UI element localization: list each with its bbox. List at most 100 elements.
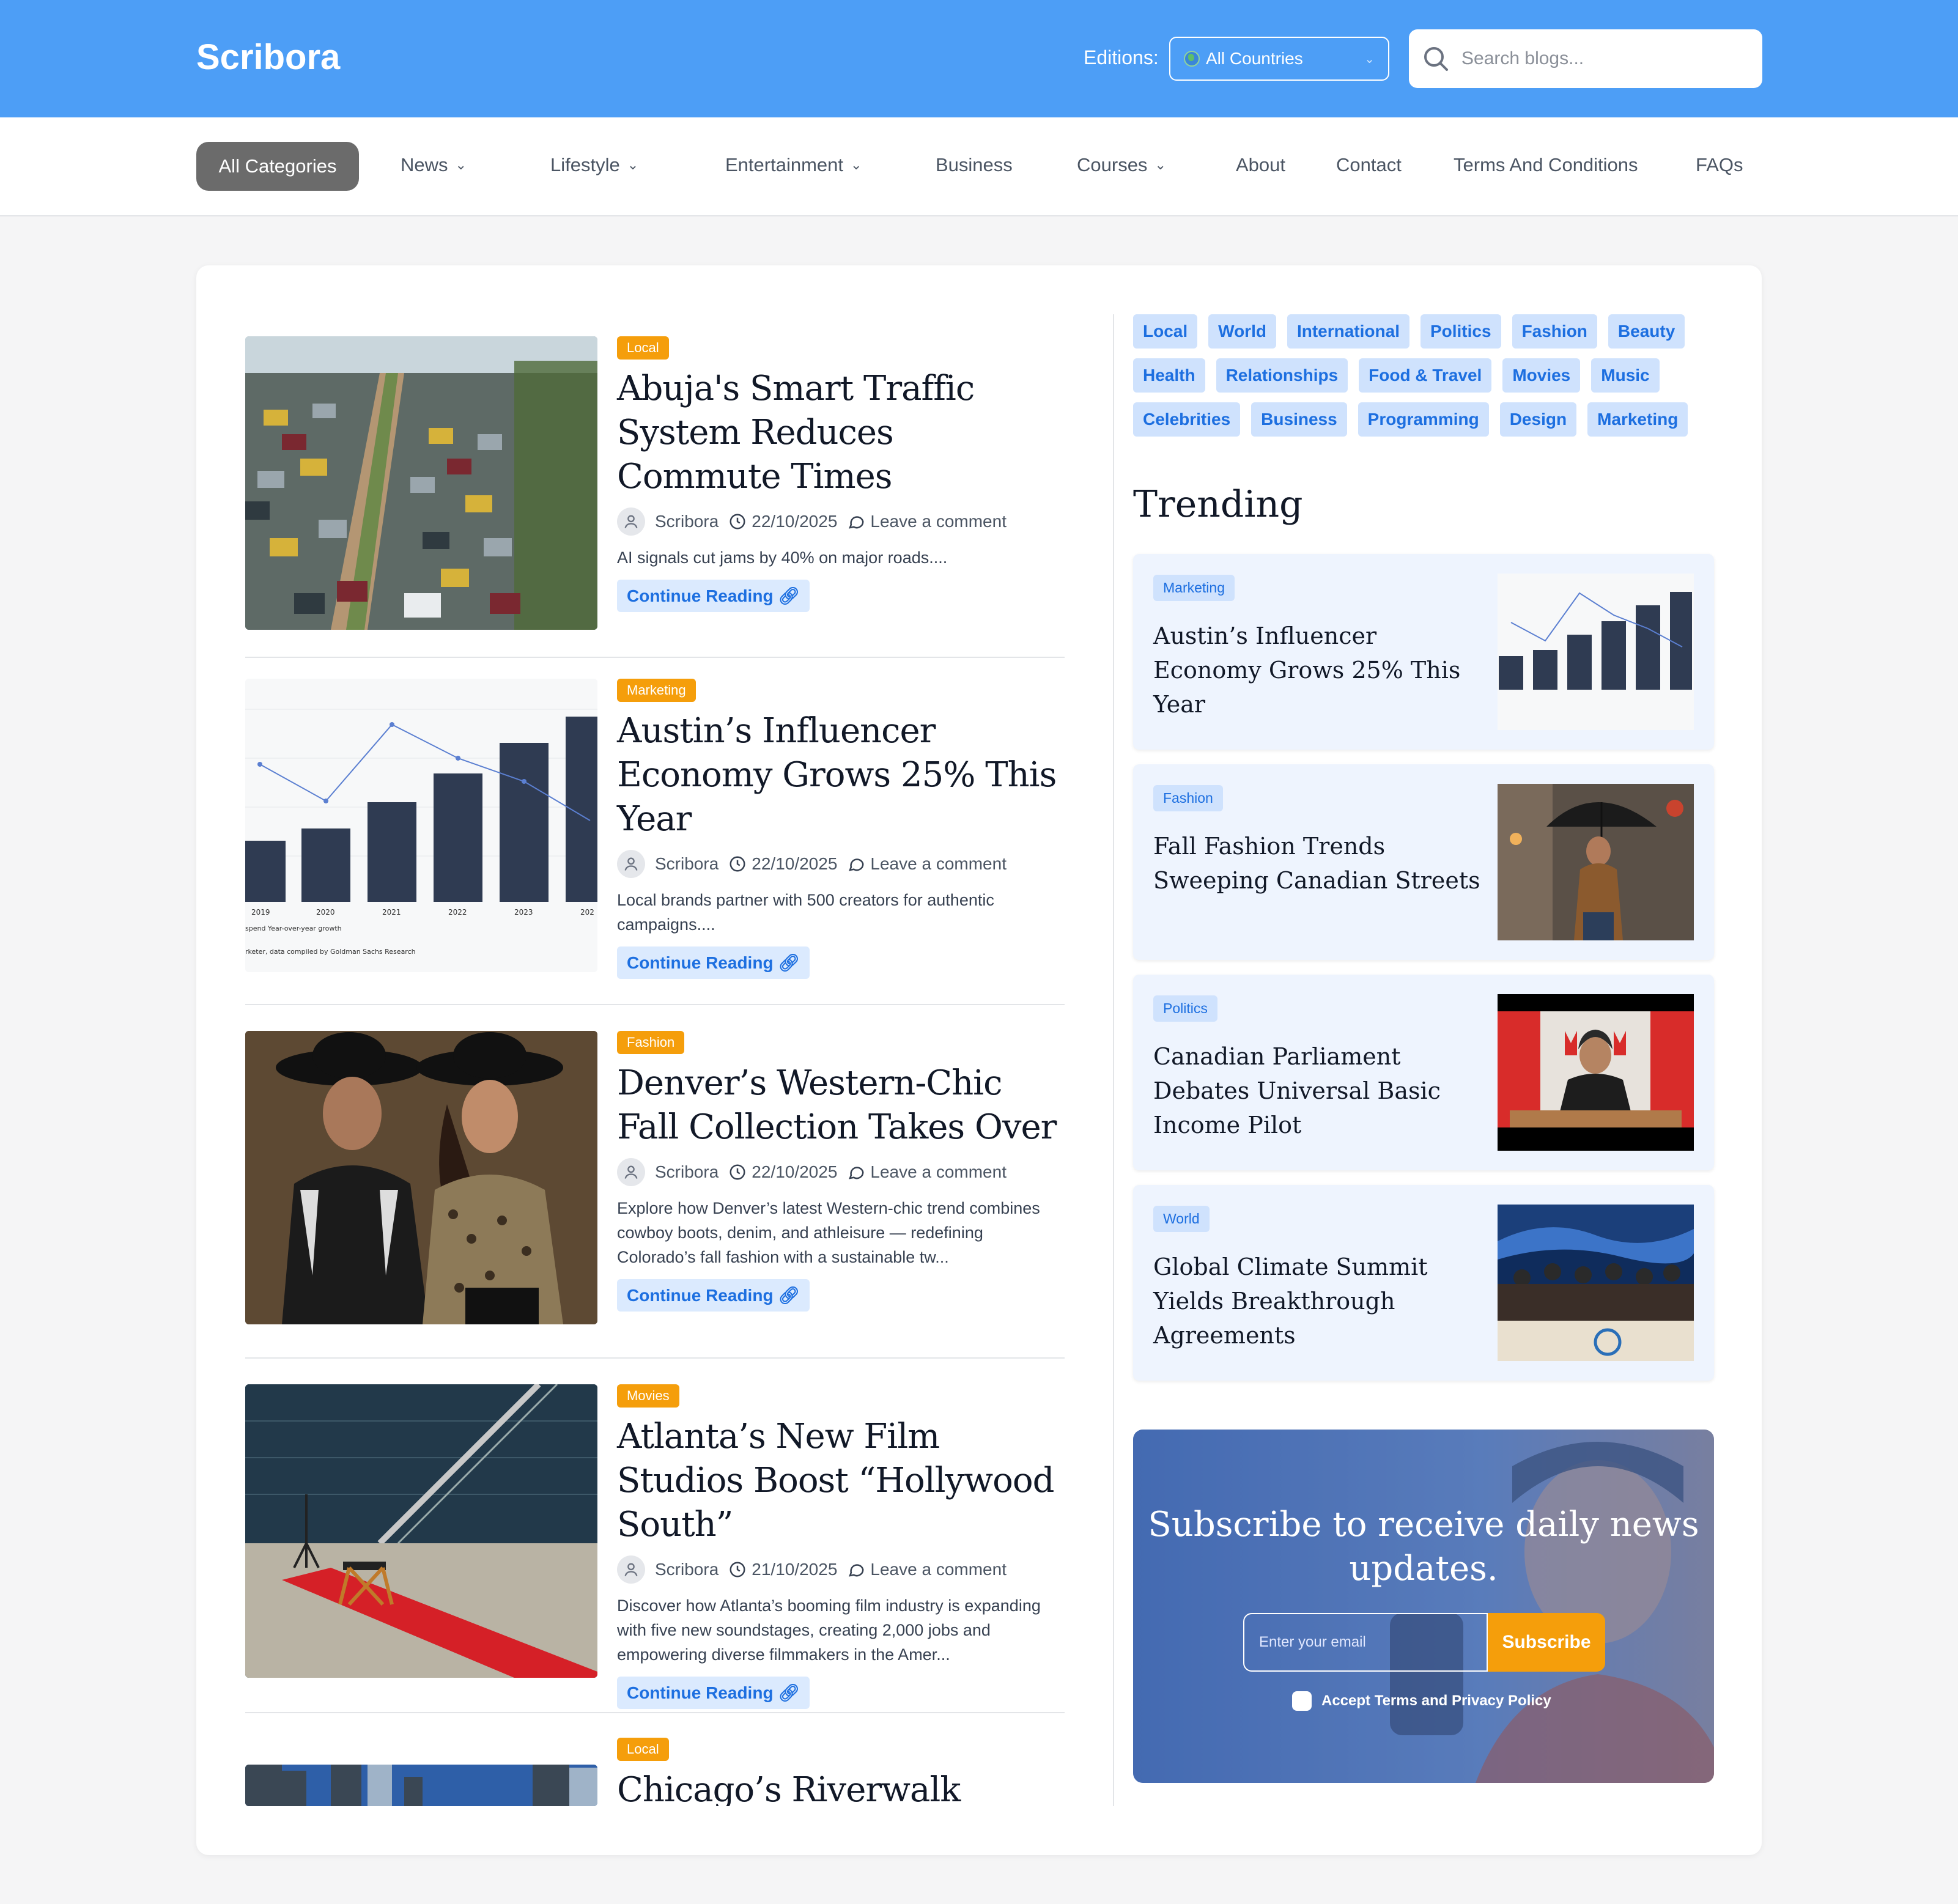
continue-reading-button[interactable]: Continue Reading 🔗︎ [617,580,810,612]
comment-link[interactable]: Leave a comment [870,1162,1007,1182]
trending-card[interactable]: Fashion Fall Fashion Trends Sweeping Can… [1133,764,1714,960]
consent-label: Accept Terms and Privacy Policy [1321,1692,1551,1709]
editions-select[interactable]: All Countries ⌄ [1169,37,1389,81]
trending-image-chart[interactable] [1498,574,1694,730]
nav-item-news[interactable]: News ⌄ [401,154,467,176]
category-badge[interactable]: Movies [617,1384,679,1408]
clock-icon [730,1164,745,1180]
link-icon: 🔗︎ [778,1286,800,1305]
article-title[interactable]: Atlanta’s New Film Studios Boost “Hollyw… [617,1415,1063,1547]
tag-health[interactable]: Health [1133,358,1205,393]
user-icon [617,507,645,536]
tag-relationships[interactable]: Relationships [1216,358,1348,393]
tag-politics[interactable]: Politics [1420,314,1501,349]
continue-reading-button[interactable]: Continue Reading 🔗︎ [617,946,810,979]
trending-image-summit[interactable] [1498,1205,1694,1361]
comment-link[interactable]: Leave a comment [870,854,1007,874]
nav-item-lifestyle[interactable]: Lifestyle ⌄ [550,154,638,176]
tag-music[interactable]: Music [1591,358,1660,393]
trending-title[interactable]: Global Climate Summit Yields Breakthroug… [1153,1250,1483,1352]
nav-item-faqs[interactable]: FAQs [1696,154,1743,176]
trending-title[interactable]: Fall Fashion Trends Sweeping Canadian St… [1153,829,1483,898]
article-image-traffic[interactable] [245,336,597,630]
author-name[interactable]: Scribora [655,854,719,874]
clock-icon [730,856,745,872]
tag-fashion[interactable]: Fashion [1512,314,1597,349]
search-box[interactable] [1409,29,1762,88]
article-image-riverwalk[interactable] [245,1765,597,1806]
editions-label: Editions: [1084,46,1159,68]
post-date: 22/10/2025 [752,1162,838,1181]
category-badge[interactable]: Fashion [1153,785,1223,811]
clock-icon [730,1562,745,1577]
article-divider [245,1004,1065,1005]
search-input[interactable] [1461,48,1743,69]
email-field[interactable]: Enter your email [1243,1613,1488,1672]
chevron-down-icon: ⌄ [627,157,639,172]
author-name[interactable]: Scribora [655,1560,719,1579]
consent-checkbox[interactable] [1292,1691,1312,1711]
trending-image-umbrella[interactable] [1498,784,1694,940]
subscribe-background-image [1133,1430,1714,1783]
article-title[interactable]: Abuja's Smart Traffic System Reduces Com… [617,367,1063,499]
trending-card[interactable]: World Global Climate Summit Yields Break… [1133,1185,1714,1381]
tag-celebrities[interactable]: Celebrities [1133,402,1241,437]
article-card: Fashion Denver’s Western-Chic Fall Colle… [245,1031,1065,1324]
chevron-down-icon: ⌄ [1154,157,1166,172]
tag-design[interactable]: Design [1499,402,1577,437]
trending-card[interactable]: Politics Canadian Parliament Debates Uni… [1133,975,1714,1170]
continue-reading-button[interactable]: Continue Reading 🔗︎ [617,1677,810,1709]
nav-item-about[interactable]: About [1236,154,1285,176]
tag-food-travel[interactable]: Food & Travel [1359,358,1492,393]
globe-icon [1184,51,1200,67]
nav-item-entertainment[interactable]: Entertainment ⌄ [725,154,862,176]
tag-marketing[interactable]: Marketing [1587,402,1688,437]
nav-item-terms[interactable]: Terms And Conditions [1454,154,1638,176]
comment-link[interactable]: Leave a comment [870,512,1007,531]
nav-item-courses[interactable]: Courses ⌄ [1077,154,1166,176]
article-image-chart[interactable]: 2019 2020 2021 2022 2023 202 spend Year-over-… [245,679,597,972]
chevron-down-icon: ⌄ [851,157,862,172]
tag-world[interactable]: World [1208,314,1276,349]
article-title[interactable]: Chicago’s Riverwalk [617,1768,1063,1806]
site-logo[interactable]: Scribora [196,37,340,78]
author-name[interactable]: Scribora [655,1162,719,1182]
article-image-fashion[interactable] [245,1031,597,1324]
tag-programming[interactable]: Programming [1358,402,1489,437]
subscribe-button[interactable]: Subscribe [1488,1613,1605,1672]
tag-international[interactable]: International [1287,314,1409,349]
category-nav: All Categories News ⌄ Lifestyle ⌄ Entertai… [0,117,1958,216]
tag-beauty[interactable]: Beauty [1608,314,1685,349]
category-badge[interactable]: Local [617,336,669,360]
category-badge[interactable]: Marketing [617,679,696,702]
trending-title[interactable]: Austin’s Influencer Economy Grows 25% Th… [1153,619,1483,721]
trending-title[interactable]: Canadian Parliament Debates Universal Ba… [1153,1039,1483,1142]
chart-tick-label: 2023 [514,908,533,917]
comment-icon [849,516,864,529]
tag-business[interactable]: Business [1251,402,1347,437]
nav-item-all-categories[interactable]: All Categories [196,142,359,191]
tag-movies[interactable]: Movies [1502,358,1581,393]
category-badge[interactable]: Marketing [1153,575,1235,601]
link-icon: 🔗︎ [778,586,800,605]
article-excerpt: Local brands partner with 500 creators f… [617,891,994,934]
continue-reading-button[interactable]: Continue Reading 🔗︎ [617,1279,810,1312]
article-image-film-studio[interactable] [245,1384,597,1678]
tag-local[interactable]: Local [1133,314,1198,349]
category-badge[interactable]: Fashion [617,1031,685,1054]
article-divider [245,1712,1065,1713]
article-title[interactable]: Austin’s Influencer Economy Grows 25% Th… [617,709,1063,841]
trending-image-parliament[interactable] [1498,994,1694,1151]
nav-item-business[interactable]: Business [936,154,1013,176]
category-badge[interactable]: Local [617,1738,669,1761]
article-title[interactable]: Denver’s Western-Chic Fall Collection Ta… [617,1061,1063,1149]
article-card: 2019 2020 2021 2022 2023 202 spend Year-over-… [245,679,1065,979]
chart-legend: spend Year-over-year growth [245,924,342,932]
nav-item-contact[interactable]: Contact [1336,154,1402,176]
category-badge[interactable]: World [1153,1206,1210,1232]
author-name[interactable]: Scribora [655,512,719,531]
comment-link[interactable]: Leave a comment [870,1560,1007,1579]
terms-consent[interactable]: Accept Terms and Privacy Policy [1292,1691,1551,1711]
category-badge[interactable]: Politics [1153,995,1217,1022]
trending-card[interactable]: Marketing Austin’s Influencer Economy Gr… [1133,554,1714,750]
